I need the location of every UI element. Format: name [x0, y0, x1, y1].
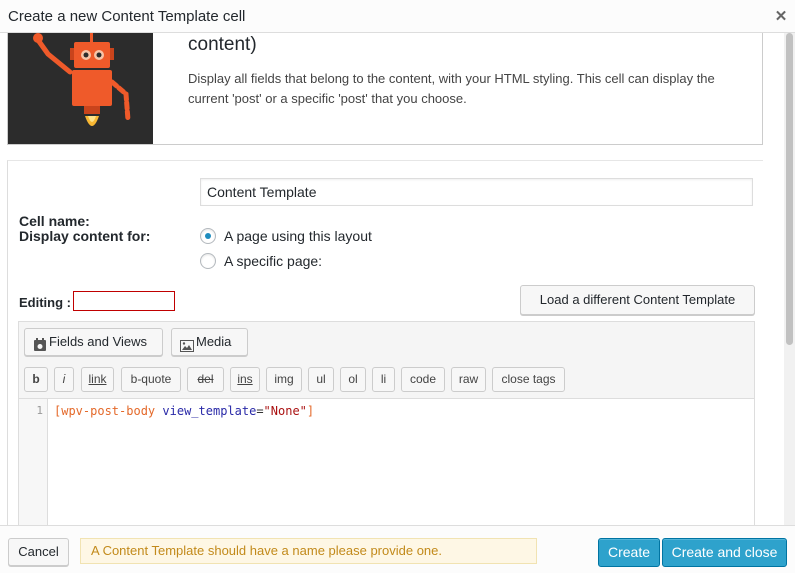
- quicktag-ul[interactable]: ul: [308, 367, 334, 392]
- dialog-titlebar: Create a new Content Template cell ✕: [0, 0, 795, 33]
- dialog-content[interactable]: content) Display all fields that belong …: [0, 33, 795, 525]
- quicktag-link[interactable]: link: [81, 367, 114, 392]
- radio-label: A specific page:: [224, 253, 323, 269]
- line-number: 1: [36, 404, 43, 417]
- code-editor: Fields and Views Media b i link b-quote …: [18, 321, 755, 525]
- code-equals: =: [256, 404, 264, 418]
- quicktag-ins[interactable]: ins: [230, 367, 260, 392]
- quicktag-del[interactable]: del: [187, 367, 224, 392]
- media-label: Media: [196, 334, 232, 349]
- image-icon: [180, 335, 194, 361]
- radio-label: A page using this layout: [224, 228, 372, 244]
- load-content-template-button[interactable]: Load a different Content Template: [520, 285, 755, 315]
- fields-and-views-label: Fields and Views: [49, 334, 148, 349]
- code-string: "None": [263, 404, 307, 418]
- robot-icon: [8, 33, 153, 144]
- quicktag-ol[interactable]: ol: [340, 367, 366, 392]
- calendar-gear-icon: [33, 335, 47, 361]
- scrollbar-thumb[interactable]: [786, 33, 793, 345]
- cell-type-heading: content): [188, 34, 257, 55]
- quicktag-italic[interactable]: i: [54, 367, 74, 392]
- cell-name-input[interactable]: [200, 178, 753, 206]
- cell-settings-form: Cell name: Display content for: A page u…: [7, 160, 763, 525]
- radio-button[interactable]: [200, 253, 216, 269]
- quicktag-raw[interactable]: raw: [451, 367, 486, 392]
- quicktag-li[interactable]: li: [372, 367, 395, 392]
- cancel-button[interactable]: Cancel: [8, 538, 69, 566]
- dialog-footer: Cancel A Content Template should have a …: [0, 525, 795, 573]
- create-button[interactable]: Create: [598, 538, 660, 567]
- code-bracket-close: ]: [306, 404, 315, 418]
- radio-option-this-layout[interactable]: A page using this layout: [200, 226, 372, 246]
- code-textarea[interactable]: 1 [wpv-post-body view_template="None"]: [19, 398, 754, 525]
- close-icon[interactable]: ✕: [773, 7, 789, 25]
- radio-button-checked[interactable]: [200, 228, 216, 244]
- cell-type-description: Display all fields that belong to the co…: [188, 71, 715, 106]
- cell-intro-box: content) Display all fields that belong …: [7, 33, 763, 145]
- fields-and-views-button[interactable]: Fields and Views: [24, 328, 163, 356]
- robot-illustration: [8, 33, 153, 144]
- quicktag-blockquote[interactable]: b-quote: [121, 367, 181, 392]
- radio-option-specific-page[interactable]: A specific page:: [200, 251, 322, 271]
- editing-label: Editing :: [19, 295, 71, 310]
- code-line: [wpv-post-body view_template="None"]: [54, 404, 314, 418]
- code-attribute: view_template: [162, 404, 257, 418]
- create-and-close-button[interactable]: Create and close: [662, 538, 787, 567]
- quicktag-img[interactable]: img: [266, 367, 302, 392]
- validation-warning: A Content Template should have a name pl…: [80, 538, 537, 564]
- editing-template-input[interactable]: [73, 291, 175, 311]
- quicktag-code[interactable]: code: [401, 367, 445, 392]
- media-button[interactable]: Media: [171, 328, 248, 356]
- quicktag-close-tags[interactable]: close tags: [492, 367, 565, 392]
- dialog-title: Create a new Content Template cell: [8, 8, 246, 25]
- code-shortcode-tag: wpv-post-body: [61, 404, 156, 418]
- quicktag-bold[interactable]: b: [24, 367, 48, 392]
- display-content-for-label: Display content for:: [19, 228, 151, 244]
- cell-name-label: Cell name:: [19, 213, 90, 229]
- line-gutter: 1: [19, 399, 48, 525]
